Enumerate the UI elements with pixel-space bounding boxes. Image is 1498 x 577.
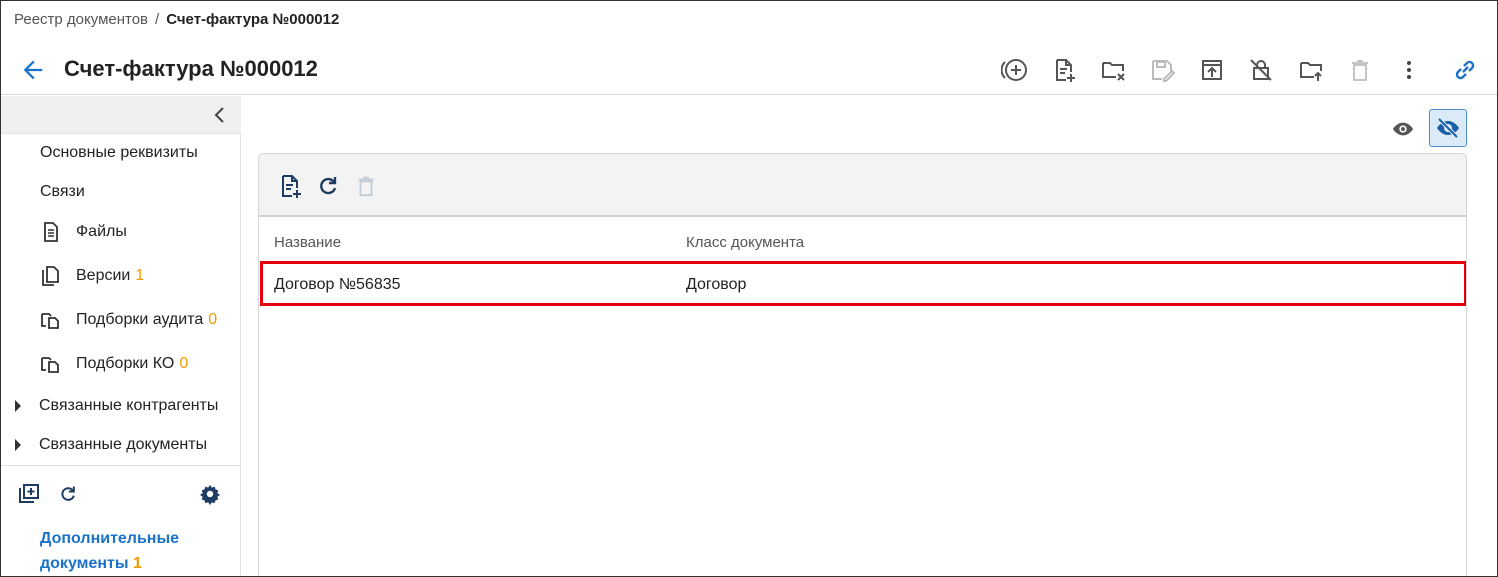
file-document-icon xyxy=(40,221,62,243)
sidebar-item-label: Подборки КО xyxy=(76,355,175,372)
file-add-icon[interactable] xyxy=(1049,55,1079,85)
row-name-cell: Договор №56835 xyxy=(274,276,401,293)
window: Реестр документов / Счет-фактура №000012 С… xyxy=(0,0,1498,577)
breadcrumb-current: Счет-фактура №000012 xyxy=(166,11,340,28)
breadcrumb-separator: / xyxy=(155,11,160,28)
breadcrumb-parent[interactable]: Реестр документов xyxy=(14,11,148,28)
additional-documents-label-line2: документы xyxy=(40,555,129,572)
sidebar-item-ko-collections[interactable]: Подборки КО 0 xyxy=(1,349,241,379)
sidebar-item-main-details[interactable]: Основные реквизиты xyxy=(1,138,241,168)
additional-documents-link[interactable]: Дополнительные документы 1 xyxy=(40,526,179,576)
additional-documents-count: 1 xyxy=(132,555,142,572)
column-header-document-class[interactable]: Класс документа xyxy=(686,234,804,251)
eye-icon[interactable] xyxy=(1385,111,1421,147)
expand-arrow-icon[interactable] xyxy=(15,439,21,451)
add-circle-icon[interactable] xyxy=(999,55,1029,85)
lock-off-icon[interactable] xyxy=(1246,55,1276,85)
trash-disabled-icon[interactable] xyxy=(1345,55,1375,85)
versions-count: 1 xyxy=(135,267,145,284)
save-disabled-icon[interactable] xyxy=(1147,55,1177,85)
sidebar-divider xyxy=(1,465,241,466)
refresh-icon[interactable] xyxy=(56,482,80,506)
row-class-cell: Договор xyxy=(686,276,747,293)
folder-remove-icon[interactable] xyxy=(1098,55,1128,85)
expand-arrow-icon[interactable] xyxy=(15,400,21,412)
chevron-left-icon[interactable] xyxy=(209,104,231,126)
related-documents-panel: Название Класс документа Договор №56835 … xyxy=(258,153,1467,576)
file-add-icon[interactable] xyxy=(276,172,304,200)
gear-icon[interactable] xyxy=(198,482,222,506)
sidebar-item-related-counterparties[interactable]: Связанные контрагенты xyxy=(1,391,241,421)
add-folder-icon[interactable] xyxy=(17,482,41,506)
audit-collections-count: 0 xyxy=(208,311,218,328)
file-copy-icon xyxy=(40,265,62,287)
main-content: Название Класс документа Договор №56835 … xyxy=(242,96,1497,576)
eye-off-icon[interactable] xyxy=(1429,109,1467,147)
additional-documents-label-line1: Дополнительные xyxy=(40,530,180,547)
ko-collections-count: 0 xyxy=(179,355,189,372)
sidebar-item-label: Основные реквизиты xyxy=(40,144,198,161)
more-vertical-icon[interactable] xyxy=(1394,55,1424,85)
sidebar-item-links[interactable]: Связи xyxy=(1,177,241,207)
sidebar-item-label: Версии xyxy=(76,267,131,284)
sidebar-item-label: Связанные контрагенты xyxy=(39,397,219,414)
collection-icon xyxy=(40,309,62,331)
sidebar-item-label: Связанные документы xyxy=(39,436,208,453)
column-header-name[interactable]: Название xyxy=(274,234,341,251)
sidebar-collapse-bar xyxy=(1,96,241,134)
sidebar: Основные реквизиты Связи Файлы Версии 1 … xyxy=(1,96,241,576)
sidebar-item-files[interactable]: Файлы xyxy=(1,217,241,247)
sidebar-item-audit-collections[interactable]: Подборки аудита 0 xyxy=(1,305,241,335)
trash-disabled-icon[interactable] xyxy=(352,172,380,200)
sidebar-item-versions[interactable]: Версии 1 xyxy=(1,261,241,291)
collection-icon xyxy=(40,353,62,375)
panel-toolbar xyxy=(259,154,1466,217)
sidebar-item-label: Связи xyxy=(40,183,85,200)
page-header: Счет-фактура №000012 xyxy=(1,41,1497,95)
sidebar-item-related-documents[interactable]: Связанные документы xyxy=(1,430,241,460)
refresh-icon[interactable] xyxy=(314,172,342,200)
sidebar-item-label: Файлы xyxy=(76,223,127,240)
folder-upload-icon[interactable] xyxy=(1296,55,1326,85)
link-icon[interactable] xyxy=(1450,55,1480,85)
header-toolbar xyxy=(1,55,1497,85)
table-row[interactable] xyxy=(260,261,1466,306)
breadcrumb: Реестр документов / Счет-фактура №000012 xyxy=(14,11,339,28)
sidebar-item-label: Подборки аудита xyxy=(76,311,204,328)
upload-box-icon[interactable] xyxy=(1197,55,1227,85)
